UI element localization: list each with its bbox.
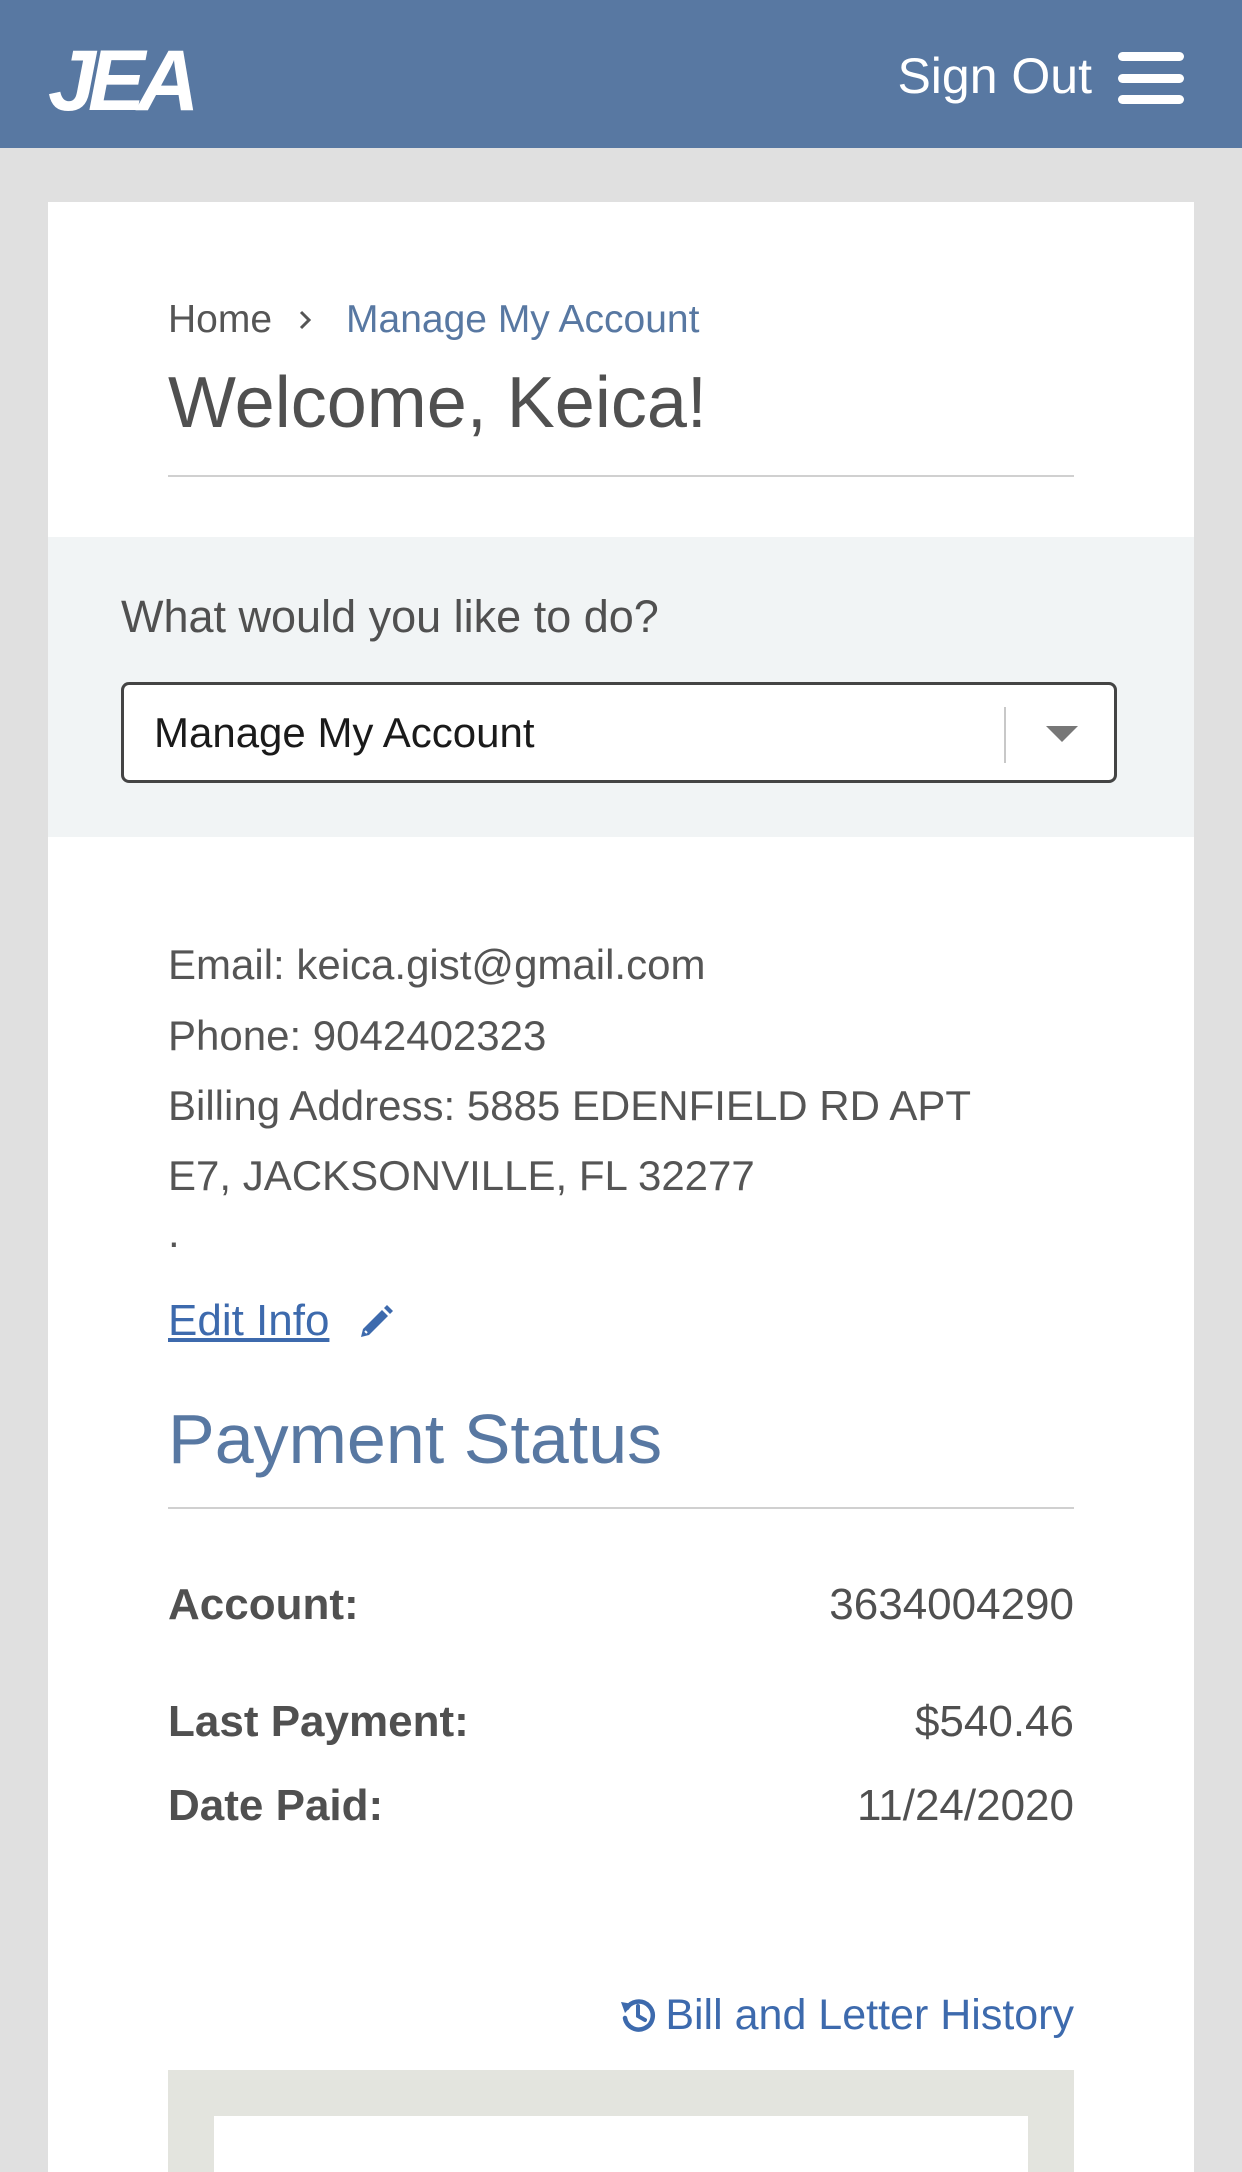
sign-out-button[interactable]: Sign Out (897, 46, 1092, 106)
bill-history-link[interactable]: Bill and Letter History (619, 1987, 1074, 2043)
action-select-label: What would you like to do? (121, 591, 659, 642)
jea-logo[interactable]: JEA (44, 40, 250, 122)
last-payment-amount: $540.46 (914, 1697, 1074, 1746)
account-label: Account: (168, 1580, 359, 1629)
divider (168, 475, 1074, 477)
edit-info-link[interactable]: Edit Info (168, 1293, 397, 1349)
caret-down-icon (1046, 726, 1078, 742)
bill-preview (168, 2070, 1074, 2172)
account-number: 3634004290 (829, 1580, 1074, 1629)
action-select-value: Manage My Account (154, 709, 535, 756)
edit-info-label: Edit Info (168, 1296, 330, 1345)
action-select[interactable]: Manage My Account (121, 682, 1117, 783)
email-text: Email: keica.gist@gmail.com (168, 941, 706, 988)
date-paid-value: 11/24/2020 (857, 1781, 1074, 1830)
breadcrumb: Home Manage My Account (168, 295, 699, 345)
account-card: Home Manage My Account Welcome, Keica! W… (48, 202, 1194, 2172)
date-paid-label: Date Paid: (168, 1781, 384, 1830)
breadcrumb-home-link[interactable]: Home (168, 295, 272, 345)
breadcrumb-current: Manage My Account (346, 298, 700, 341)
hamburger-menu-icon[interactable] (1118, 52, 1184, 104)
phone-text: Phone: 9042402323 (168, 1012, 547, 1059)
billing-address-line-1: Billing Address: 5885 EDENFIELD RD APT (168, 1082, 972, 1129)
chevron-right-icon (299, 310, 312, 330)
top-nav-bar: JEA Sign Out (0, 0, 1242, 148)
action-panel: What would you like to do? Manage My Acc… (48, 537, 1194, 837)
divider (168, 1507, 1074, 1509)
pencil-icon (361, 1305, 394, 1337)
history-icon (621, 1999, 656, 2032)
bill-history-label: Bill and Letter History (665, 1991, 1074, 2039)
page-title: Welcome, Keica! (168, 363, 707, 443)
billing-address-line-3: . (168, 1209, 180, 1256)
last-payment-label: Last Payment: (168, 1697, 469, 1746)
select-divider (1004, 707, 1006, 763)
bill-preview-page (214, 2116, 1028, 2172)
billing-address-line-2: E7, JACKSONVILLE, FL 32277 (168, 1152, 755, 1199)
svg-text:JEA: JEA (48, 40, 193, 122)
payment-status-title: Payment Status (168, 1400, 663, 1478)
